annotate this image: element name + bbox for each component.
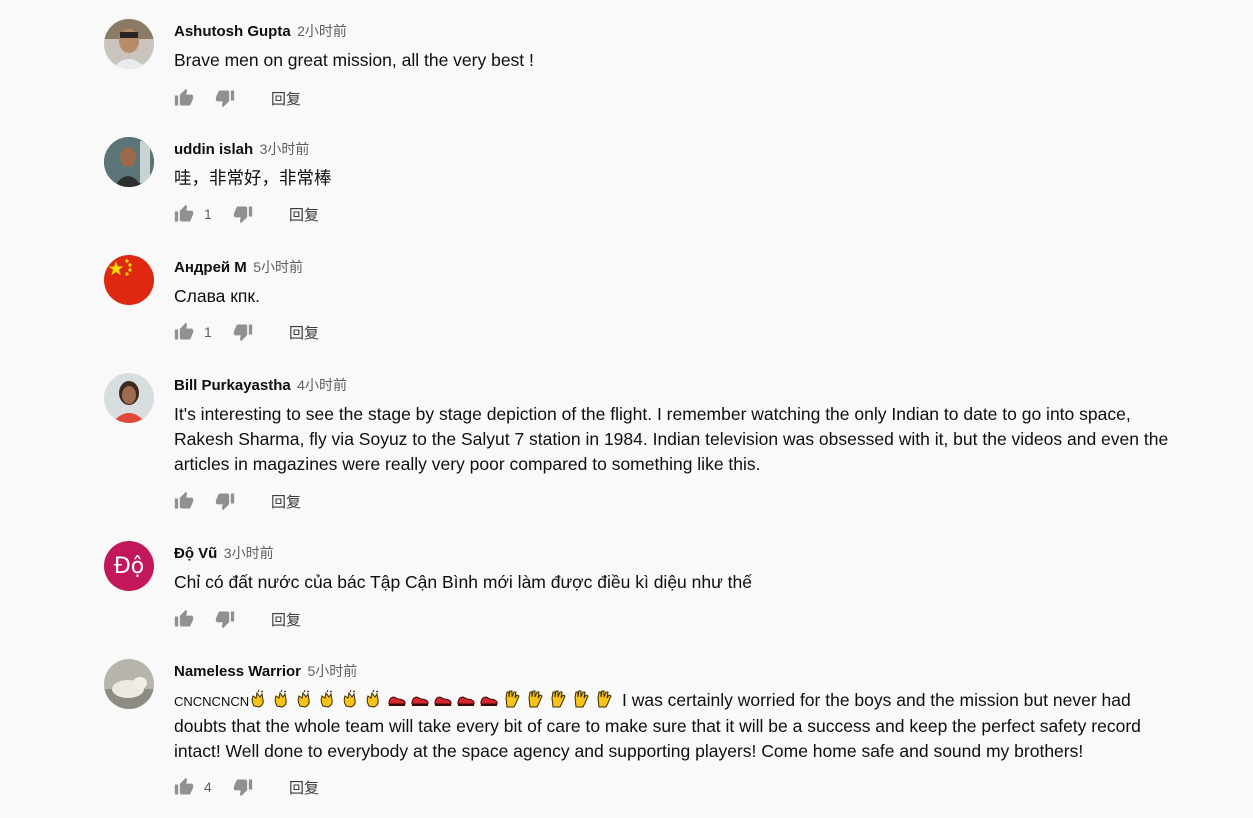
clap-emoji bbox=[341, 689, 361, 709]
author-line: Андрей М 5小时前 bbox=[174, 257, 303, 277]
reply-button[interactable]: 回复 bbox=[289, 777, 319, 798]
author-name[interactable]: Bill Purkayastha bbox=[174, 377, 291, 394]
avatar[interactable] bbox=[104, 373, 154, 423]
author-name[interactable]: Nameless Warrior bbox=[174, 663, 301, 680]
reply-button[interactable]: 回复 bbox=[271, 88, 301, 109]
thumbs-down-icon[interactable] bbox=[233, 204, 253, 224]
thumbs-up-icon[interactable] bbox=[174, 204, 194, 224]
thumbs-down-icon[interactable] bbox=[233, 777, 253, 797]
comment-text: CNCNCNCN I was certainly worried for the… bbox=[174, 688, 1184, 764]
thumbs-down-icon[interactable] bbox=[215, 88, 235, 108]
author-name[interactable]: Андрей М bbox=[174, 259, 247, 276]
comment-item: Ashutosh Gupta 2小时前 Brave men on great m… bbox=[104, 19, 1224, 119]
vulcan-emoji bbox=[548, 689, 568, 709]
clap-emoji bbox=[295, 689, 315, 709]
comment-actions: 回复 bbox=[174, 489, 301, 513]
author-line: Bill Purkayastha 4小时前 bbox=[174, 375, 347, 395]
comment-item: Bill Purkayastha 4小时前 It's interesting t… bbox=[104, 373, 1224, 523]
comment-time[interactable]: 5小时前 bbox=[307, 663, 357, 679]
comment-text: It's interesting to see the stage by sta… bbox=[174, 404, 1169, 474]
author-line: Ashutosh Gupta 2小时前 bbox=[174, 21, 347, 41]
like-count: 1 bbox=[204, 324, 212, 340]
author-name[interactable]: Độ Vũ bbox=[174, 545, 217, 562]
avatar[interactable] bbox=[104, 255, 154, 305]
clap-emoji bbox=[249, 689, 269, 709]
thumbs-down-icon[interactable] bbox=[215, 491, 235, 511]
author-line: uddin islah 3小时前 bbox=[174, 139, 309, 159]
clap-emoji bbox=[364, 689, 384, 709]
comment-time[interactable]: 3小时前 bbox=[224, 545, 274, 561]
comment-item: Nameless Warrior 5小时前 CNCNCNCN I was cer… bbox=[104, 659, 1224, 809]
avatar-letter: Độ bbox=[113, 553, 145, 579]
emoji-row bbox=[249, 689, 617, 710]
reply-button[interactable]: 回复 bbox=[289, 204, 319, 225]
shoe-emoji bbox=[479, 689, 499, 709]
thumbs-up-icon[interactable] bbox=[174, 777, 194, 797]
shoe-emoji bbox=[410, 689, 430, 709]
comment-actions: 1 回复 bbox=[174, 202, 319, 226]
vulcan-emoji bbox=[502, 689, 522, 709]
thumbs-up-icon[interactable] bbox=[174, 88, 194, 108]
reply-button[interactable]: 回复 bbox=[289, 322, 319, 343]
comment-item: Độ Độ Vũ 3小时前 Chỉ có đất nước của bác Tậ… bbox=[104, 541, 1224, 641]
comment-actions: 回复 bbox=[174, 86, 301, 110]
comment-prefix: CNCNCNCN bbox=[174, 694, 250, 709]
thumbs-down-icon[interactable] bbox=[233, 322, 253, 342]
avatar[interactable] bbox=[104, 137, 154, 187]
avatar[interactable]: Độ bbox=[104, 541, 154, 591]
clap-emoji bbox=[272, 689, 292, 709]
comment-item: Андрей М 5小时前 Слава кпк. 1 回复 bbox=[104, 255, 1224, 355]
reply-button[interactable]: 回复 bbox=[271, 491, 301, 512]
thumbs-up-icon[interactable] bbox=[174, 322, 194, 342]
comment-text: 哇，非常好，非常棒 bbox=[174, 168, 332, 188]
vulcan-emoji bbox=[594, 689, 614, 709]
vulcan-emoji bbox=[571, 689, 591, 709]
clap-emoji bbox=[318, 689, 338, 709]
author-line: Độ Vũ 3小时前 bbox=[174, 543, 274, 563]
shoe-emoji bbox=[433, 689, 453, 709]
shoe-emoji bbox=[456, 689, 476, 709]
comment-time[interactable]: 5小时前 bbox=[253, 259, 303, 275]
comment-actions: 4 回复 bbox=[174, 775, 319, 799]
thumbs-down-icon[interactable] bbox=[215, 609, 235, 629]
comment-actions: 1 回复 bbox=[174, 320, 319, 344]
author-name[interactable]: Ashutosh Gupta bbox=[174, 23, 291, 40]
vulcan-emoji bbox=[525, 689, 545, 709]
avatar[interactable] bbox=[104, 659, 154, 709]
avatar[interactable] bbox=[104, 19, 154, 69]
thumbs-up-icon[interactable] bbox=[174, 491, 194, 511]
comment-time[interactable]: 4小时前 bbox=[297, 377, 347, 393]
comment-text: Chỉ có đất nước của bác Tập Cận Bình mới… bbox=[174, 572, 753, 592]
like-count: 1 bbox=[204, 206, 212, 222]
comment-item: uddin islah 3小时前 哇，非常好，非常棒 1 回复 bbox=[104, 137, 1224, 237]
reply-button[interactable]: 回复 bbox=[271, 609, 301, 630]
comment-actions: 回复 bbox=[174, 607, 301, 631]
shoe-emoji bbox=[387, 689, 407, 709]
comment-text: Слава кпк. bbox=[174, 286, 260, 306]
comment-time[interactable]: 2小时前 bbox=[297, 23, 347, 39]
like-count: 4 bbox=[204, 779, 212, 795]
author-line: Nameless Warrior 5小时前 bbox=[174, 661, 357, 681]
comment-time[interactable]: 3小时前 bbox=[260, 141, 310, 157]
author-name[interactable]: uddin islah bbox=[174, 141, 253, 158]
comment-text: Brave men on great mission, all the very… bbox=[174, 50, 534, 70]
thumbs-up-icon[interactable] bbox=[174, 609, 194, 629]
